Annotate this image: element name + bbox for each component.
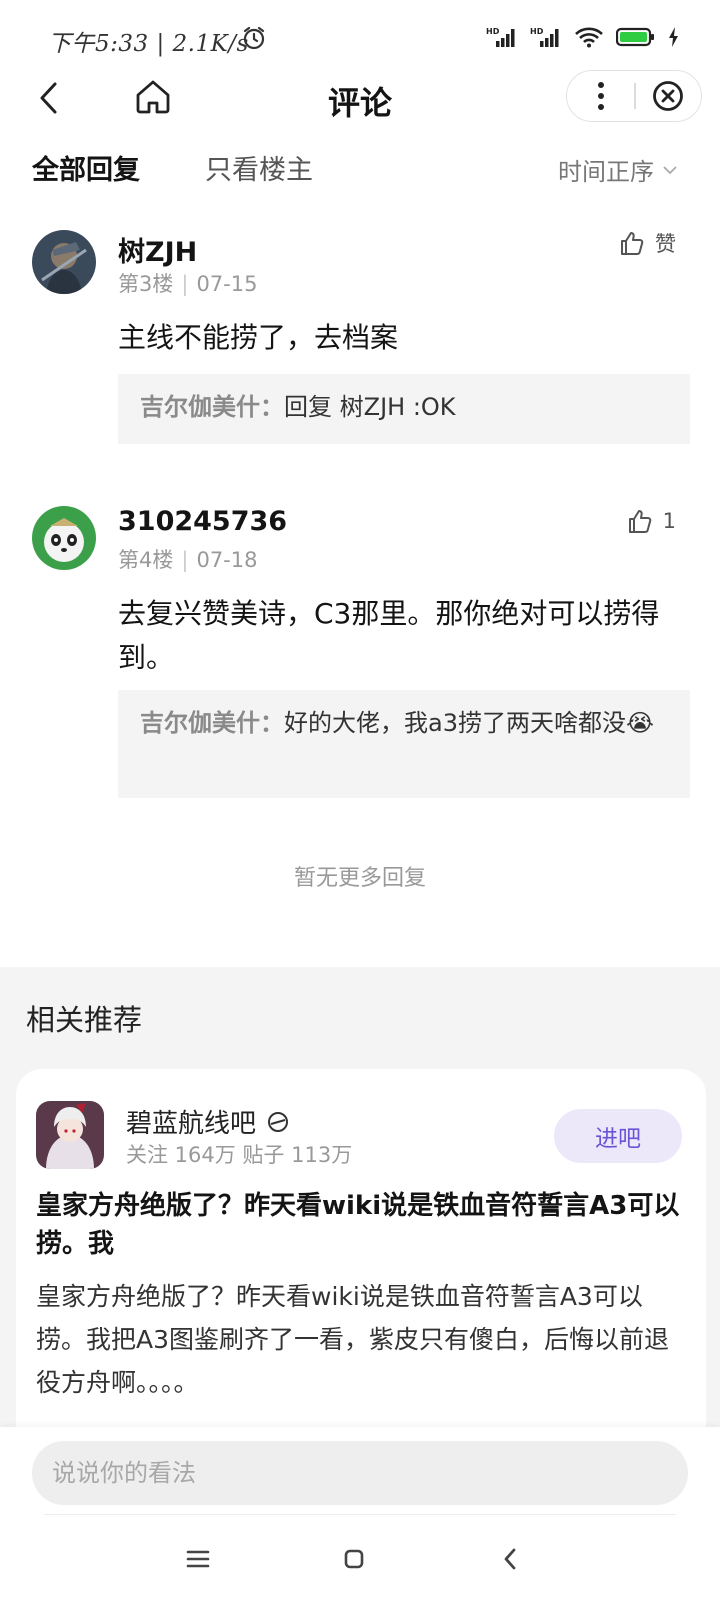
related-section: 相关推荐 碧蓝航线吧 关注 164万 贴子 113万 进吧 皇家方舟绝版了？昨天… (0, 967, 720, 1469)
commenter-name[interactable]: 树ZJH (118, 230, 197, 269)
alarm-icon (241, 25, 267, 51)
svg-text:HD: HD (486, 27, 500, 36)
comment-input-bar (0, 1427, 720, 1517)
like-button[interactable]: 赞 (619, 228, 676, 258)
like-count: 1 (662, 509, 676, 533)
svg-text:HD: HD (530, 27, 544, 36)
floor-number: 第3楼 (118, 272, 174, 296)
like-button[interactable]: 1 (627, 508, 676, 534)
home-system-button[interactable] (332, 1537, 376, 1581)
comment-date: 07-18 (196, 548, 258, 572)
system-navigation-bar (0, 1515, 720, 1600)
avatar[interactable] (32, 506, 96, 570)
more-button[interactable] (567, 70, 634, 122)
meta-divider: | (181, 272, 189, 296)
nav-bar: 评论 (0, 70, 720, 126)
reply-author: 吉尔伽美什： (140, 709, 284, 737)
back-button[interactable] (28, 76, 68, 120)
thumbs-up-icon (628, 510, 651, 533)
chevron-down-icon (663, 165, 677, 174)
hd-signal-icon: HD (486, 26, 518, 48)
tab-all-replies[interactable]: 全部回复 (32, 148, 140, 187)
battery-icon (616, 26, 656, 48)
thumbs-up-icon (621, 232, 644, 255)
back-system-button[interactable] (488, 1537, 532, 1581)
post-body[interactable]: 皇家方舟绝版了？昨天看wiki说是铁血音符誓言A3可以捞。我把A3图鉴刷齐了一看… (36, 1275, 688, 1404)
reply-text: 好的大佬，我a3捞了两天啥都没😭 (284, 709, 655, 737)
tab-op-only[interactable]: 只看楼主 (205, 148, 313, 187)
no-more-replies: 暂无更多回复 (293, 866, 426, 891)
close-button[interactable] (636, 70, 701, 122)
status-bar: 下午5:33 | 2.1K/s HD HD (0, 0, 720, 70)
reply-box[interactable]: 吉尔伽美什：回复 树ZJH :OK (118, 374, 690, 444)
meta-divider: | (181, 548, 189, 572)
like-count: 赞 (655, 232, 676, 256)
square-icon (344, 1549, 364, 1569)
close-icon (653, 81, 684, 111)
enter-forum-button[interactable]: 进吧 (554, 1109, 682, 1163)
recommended-post-card[interactable]: 碧蓝航线吧 关注 164万 贴子 113万 进吧 皇家方舟绝版了？昨天看wiki… (16, 1069, 706, 1469)
back-arrow-icon (504, 1548, 516, 1570)
back-icon (40, 82, 57, 114)
charging-icon (668, 26, 680, 48)
comment-text: 主线不能捞了，去档案 (118, 321, 399, 354)
mini-program-capsule (566, 70, 702, 122)
comment-input[interactable] (32, 1441, 688, 1505)
sort-label: 时间正序 (558, 158, 654, 186)
hd-signal-icon: HD (530, 26, 562, 48)
comment-date: 07-15 (196, 272, 258, 296)
comment-meta: 第4楼 | 07-18 (118, 544, 257, 574)
floor-number: 第4楼 (118, 548, 174, 572)
more-icon (597, 82, 604, 110)
related-title: 相关推荐 (26, 1003, 143, 1037)
comment-meta: 第3楼 | 07-15 (118, 268, 257, 298)
status-time: 下午5:33 | 2.1K/s (48, 31, 249, 57)
home-icon (136, 80, 170, 114)
menu-icon (186, 1550, 210, 1568)
recent-apps-button[interactable] (176, 1537, 220, 1581)
comment-text: 去复兴赞美诗，C3那里。那你绝对可以捞得到。 (118, 597, 660, 674)
reply-filter-tabs: 全部回复 只看楼主 时间正序 (0, 140, 720, 200)
post-title[interactable]: 皇家方舟绝版了？昨天看wiki说是铁血音符誓言A3可以捞。我 (36, 1187, 688, 1263)
forum-avatar[interactable] (36, 1101, 104, 1169)
forum-stats: 关注 164万 贴子 113万 (126, 1143, 353, 1167)
wifi-icon (574, 26, 604, 48)
forum-name: 碧蓝航线吧 (126, 1109, 257, 1139)
home-button[interactable] (130, 74, 176, 120)
commenter-name[interactable]: 310245736 (118, 506, 287, 537)
avatar[interactable] (32, 230, 96, 294)
forum-badge-icon (268, 1111, 289, 1132)
forum-name-row[interactable]: 碧蓝航线吧 (126, 1103, 290, 1140)
reply-box[interactable]: 吉尔伽美什：好的大佬，我a3捞了两天啥都没😭 (118, 690, 690, 798)
reply-text: 回复 树ZJH :OK (284, 393, 456, 421)
sort-dropdown[interactable]: 时间正序 (558, 152, 678, 187)
reply-author: 吉尔伽美什： (140, 393, 284, 421)
